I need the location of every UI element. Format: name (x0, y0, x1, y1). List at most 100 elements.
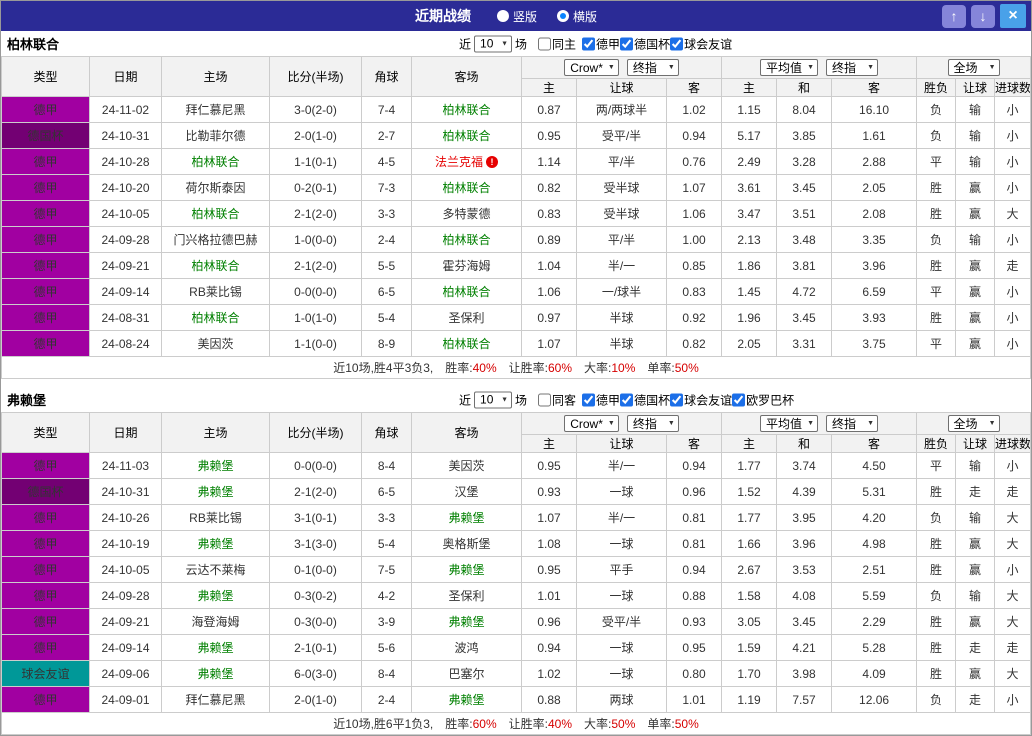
match-count-select[interactable]: 10 ▼ (474, 35, 513, 52)
asian-away-odds-cell: 0.85 (665, 252, 723, 279)
filter-checkbox-德甲[interactable]: 德甲 (582, 35, 620, 52)
euro-away-odds-cell: 5.59 (831, 582, 918, 609)
handicap-result-cell: 赢 (955, 530, 996, 557)
summary-bar: 近10场,胜4平3负3, 胜率: 40% 让胜率: 60% 大率: 10% 单率: 50% (1, 357, 1031, 379)
euro-draw-odds-cell: 3.51 (776, 200, 833, 227)
result-cell: 胜 (916, 304, 957, 331)
league-type-cell: 德国杯 (1, 122, 90, 149)
checkbox-input[interactable] (538, 37, 552, 50)
radio-unselected-icon[interactable] (496, 10, 509, 22)
checkbox-label: 德甲 (596, 37, 621, 51)
checkbox-input[interactable] (620, 37, 634, 50)
league-type-cell: 德甲 (1, 582, 90, 609)
scroll-up-button[interactable]: ↑ (942, 4, 966, 28)
date-cell: 24-09-21 (89, 252, 162, 279)
alert-icon: ! (486, 156, 498, 168)
euro-draw-odds-cell: 3.28 (776, 148, 833, 175)
score-cell: 1-0(1-0) (269, 304, 362, 331)
league-type-cell: 德甲 (1, 634, 90, 661)
radio-selected-icon[interactable] (557, 10, 569, 22)
home-team-cell: 云达不莱梅 (161, 556, 270, 583)
select-value: 平均值 (766, 61, 803, 75)
euro-away-odds-cell: 3.93 (831, 304, 918, 331)
match-row: 德甲 24-10-05 柏林联合 2-1(2-0) 3-3 多特蒙德 0.83 受半球 1.06… (1, 200, 1031, 227)
league-type-cell: 德甲 (1, 556, 90, 583)
filter-checkbox-球会友谊[interactable]: 球会友谊 (670, 391, 732, 408)
asian-home-odds-cell: 1.08 (521, 530, 577, 557)
layout-option-horizontal[interactable]: 横版 (557, 8, 597, 25)
asian-home-odds-cell: 1.02 (521, 660, 577, 687)
match-count-select[interactable]: 10 ▼ (474, 391, 513, 408)
handicap-cell: 受平/半 (576, 608, 667, 635)
home-team-cell: 柏林联合 (161, 200, 270, 227)
euro-home-odds-cell: 2.05 (721, 330, 778, 357)
league-type-cell: 德国杯 (1, 478, 90, 505)
league-type-cell: 德甲 (1, 608, 90, 635)
filter-checkbox-同客[interactable]: 同客 (538, 391, 576, 408)
asian-odds-type-select[interactable]: 终指 ▼ (626, 59, 679, 76)
euro-draw-odds-cell: 8.04 (776, 96, 833, 123)
filter-checkbox-德甲[interactable]: 德甲 (582, 391, 620, 408)
layout-option-vertical[interactable]: 竖版 (496, 8, 537, 25)
filter-checkbox-德国杯[interactable]: 德国杯 (620, 35, 670, 52)
checkbox-input[interactable] (538, 393, 552, 406)
close-icon[interactable]: × (1000, 4, 1026, 28)
euro-odds-controls: 平均值 ▼ 终指 ▼ (721, 56, 918, 79)
euro-odds-source-select[interactable]: 平均值 ▼ (760, 59, 818, 76)
match-row: 德甲 24-10-20 荷尔斯泰因 0-2(0-1) 7-3 柏林联合 0.82 受半球 1.0… (1, 174, 1031, 201)
handicap-cell: 平手 (576, 556, 667, 583)
checkbox-input[interactable] (732, 393, 746, 406)
checkbox-input[interactable] (620, 393, 634, 406)
checkbox-input[interactable] (670, 37, 684, 50)
score-cell: 2-1(2-0) (269, 200, 362, 227)
scroll-down-button[interactable]: ↓ (971, 4, 995, 28)
select-value: Crow* (570, 416, 603, 431)
result-scope-controls: 全场 ▼ (916, 412, 1031, 435)
bookmaker-select[interactable]: Crow* ▼ (564, 415, 619, 432)
league-type-cell: 德甲 (1, 200, 90, 227)
col-header-home: 主场 (161, 56, 270, 97)
filter-bar: 近 10 ▼ 场 同客 德甲 德国杯 球会友谊 欧罗巴杯 (459, 391, 794, 408)
filter-bar: 近 10 ▼ 场 同主 德甲 德国杯 球会友谊 (459, 35, 732, 52)
score-cell: 0-2(0-1) (269, 174, 362, 201)
match-row: 球会友谊 24-09-06 弗赖堡 6-0(3-0) 8-4 巴塞尔 1.02 一球 0.80 1… (1, 660, 1031, 687)
filter-checkbox-德国杯[interactable]: 德国杯 (620, 391, 670, 408)
col-subheader-euro-home: 主 (721, 78, 778, 97)
bookmaker-select[interactable]: Crow* ▼ (564, 59, 619, 76)
goals-result-cell: 大 (994, 504, 1031, 531)
asian-odds-type-select[interactable]: 终指 ▼ (626, 415, 679, 432)
home-team-cell: 海登海姆 (161, 608, 270, 635)
handicap-cell: 受半球 (576, 200, 667, 227)
euro-odds-source-select[interactable]: 平均值 ▼ (760, 415, 818, 432)
chevron-down-icon: ▼ (807, 420, 814, 427)
score-cell: 1-1(0-1) (269, 148, 362, 175)
checkbox-input[interactable] (670, 393, 684, 406)
handicap-cell: 一球 (576, 582, 667, 609)
away-team-cell: 奥格斯堡 (411, 530, 522, 557)
goals-result-cell: 小 (994, 278, 1031, 305)
filter-checkbox-球会友谊[interactable]: 球会友谊 (670, 35, 732, 52)
checkbox-input[interactable] (582, 393, 596, 406)
result-scope-select[interactable]: 全场 ▼ (947, 59, 1000, 76)
filter-checkbox-欧罗巴杯[interactable]: 欧罗巴杯 (732, 391, 794, 408)
date-cell: 24-10-31 (89, 478, 162, 505)
euro-odds-type-select[interactable]: 终指 ▼ (826, 59, 878, 76)
col-subheader-euro-away: 客 (831, 78, 918, 97)
euro-odds-type-select[interactable]: 终指 ▼ (826, 415, 878, 432)
home-team-cell: 弗赖堡 (161, 660, 270, 687)
checkbox-input[interactable] (582, 37, 596, 50)
home-team-cell: 比勒菲尔德 (161, 122, 270, 149)
corner-cell: 3-9 (361, 608, 412, 635)
score-cell: 1-0(0-0) (269, 226, 362, 253)
handicap-result-cell: 走 (955, 634, 996, 661)
result-scope-select[interactable]: 全场 ▼ (947, 415, 1000, 432)
filter-checkbox-同主[interactable]: 同主 (538, 35, 576, 52)
asian-home-odds-cell: 0.94 (521, 634, 577, 661)
asian-home-odds-cell: 0.93 (521, 478, 577, 505)
handicap-cell: 两球 (576, 686, 667, 713)
team-name: 弗赖堡 (7, 393, 47, 408)
col-header-home: 主场 (161, 412, 270, 453)
asian-away-odds-cell: 0.94 (665, 556, 723, 583)
col-subheader-euro-home: 主 (721, 434, 778, 453)
checkbox-label: 欧罗巴杯 (746, 393, 795, 407)
